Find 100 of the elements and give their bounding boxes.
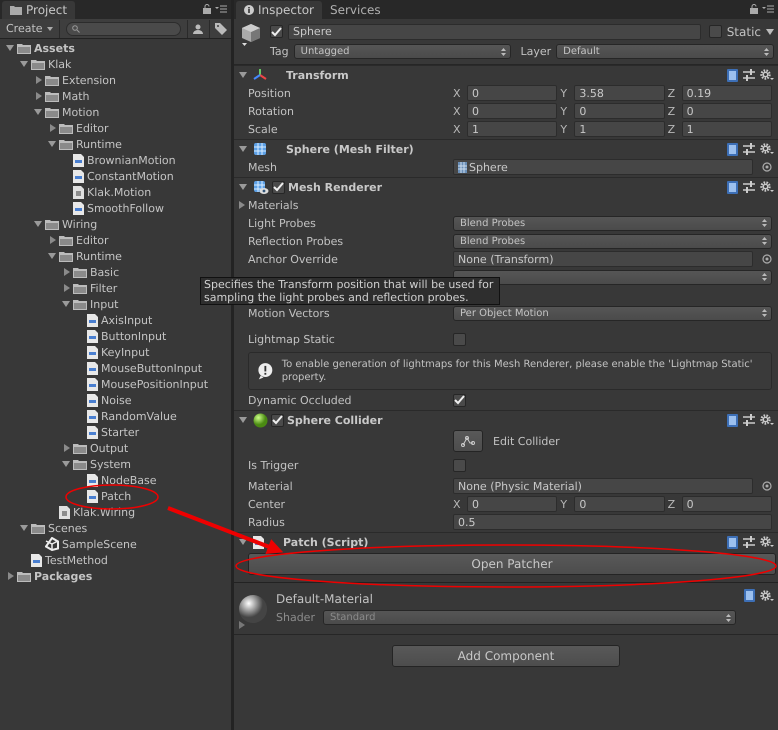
help-book-icon[interactable] (727, 536, 738, 548)
checkbox[interactable] (453, 458, 466, 472)
tree-item[interactable]: Extension (62, 74, 116, 86)
menu-icon[interactable] (762, 5, 774, 13)
tree-item[interactable]: BrownianMotion (87, 154, 176, 166)
tree-item[interactable]: Editor (76, 234, 109, 246)
object-field[interactable]: None (Physic Material) (453, 478, 753, 494)
tree-item[interactable]: Input (90, 298, 118, 310)
tree-item[interactable]: SmoothFollow (87, 202, 164, 214)
object-field[interactable]: Sphere (453, 159, 753, 175)
sliders-icon[interactable] (743, 181, 755, 193)
number-field[interactable]: 1 (467, 121, 558, 137)
gear-icon[interactable] (760, 590, 774, 602)
tree-item[interactable]: Basic (90, 266, 120, 278)
sliders-icon[interactable] (743, 143, 755, 155)
number-field[interactable]: 0 (574, 103, 665, 119)
tree-item[interactable]: Starter (101, 426, 140, 438)
collapse-arrow-icon[interactable] (19, 59, 31, 69)
layer-dropdown[interactable]: Default (556, 44, 774, 59)
expand-arrow-icon[interactable] (238, 620, 246, 630)
sliders-icon[interactable] (743, 536, 755, 548)
lock-icon[interactable] (203, 4, 211, 14)
gear-icon[interactable] (760, 414, 774, 426)
collapse-arrow-icon[interactable] (19, 523, 31, 533)
edit-collider-button[interactable] (453, 430, 483, 452)
lock-icon[interactable] (750, 4, 758, 14)
tree-item[interactable]: NodeBase (101, 474, 156, 486)
tree-item[interactable]: Editor (76, 122, 109, 134)
number-field[interactable]: 3.58 (574, 85, 665, 101)
object-picker-icon[interactable] (762, 162, 772, 172)
gear-icon[interactable] (760, 181, 774, 193)
help-book-icon[interactable] (727, 180, 738, 194)
number-field[interactable]: 0 (682, 103, 772, 119)
tree-item[interactable]: KeyInput (101, 346, 150, 358)
name-field[interactable]: Sphere (288, 24, 701, 40)
checkbox[interactable] (453, 332, 466, 346)
menu-icon[interactable] (215, 5, 227, 13)
tree-item[interactable]: ConstantMotion (87, 170, 174, 182)
tree-item[interactable]: Output (90, 442, 128, 454)
tag-dropdown[interactable]: Untagged (294, 44, 512, 59)
number-field[interactable]: 1 (682, 121, 772, 137)
panel-tab[interactable]: Services (322, 1, 389, 19)
tree-item[interactable]: Runtime (76, 138, 122, 150)
tree-item[interactable]: ButtonInput (101, 330, 166, 342)
tree-item[interactable]: Motion (62, 106, 100, 118)
add-component-button[interactable]: Add Component (392, 645, 620, 667)
number-field[interactable]: 0 (467, 103, 558, 119)
sliders-icon[interactable] (743, 69, 755, 81)
tree-item[interactable]: Noise (101, 394, 132, 406)
collapse-arrow-icon[interactable] (33, 107, 45, 117)
tree-item[interactable]: Patch (101, 490, 132, 502)
panel-tab[interactable]: Inspector (236, 1, 322, 19)
collapse-arrow-icon[interactable] (238, 70, 250, 80)
number-field[interactable]: 0.5 (453, 514, 772, 530)
tree-item[interactable]: Assets (34, 42, 75, 54)
checkbox[interactable] (453, 394, 466, 406)
collapse-arrow-icon[interactable] (5, 43, 17, 53)
tree-item[interactable]: Wiring (62, 218, 98, 230)
dropdown-arrow-icon[interactable] (766, 28, 774, 34)
foldout-label[interactable]: Materials (248, 198, 298, 212)
collapse-arrow-icon[interactable] (61, 299, 73, 309)
tree-item[interactable]: AxisInput (101, 314, 152, 326)
tree-item[interactable]: Filter (90, 282, 118, 294)
tree-item[interactable]: MousePositionInput (101, 378, 208, 390)
number-field[interactable]: 0.19 (682, 85, 772, 101)
search-field[interactable] (66, 22, 181, 36)
number-field[interactable]: 0 (574, 496, 665, 512)
collapse-arrow-icon[interactable] (33, 219, 45, 229)
static-checkbox[interactable] (708, 25, 722, 38)
collapse-arrow-icon[interactable] (238, 415, 250, 425)
collapse-arrow-icon[interactable] (238, 144, 250, 154)
collapse-arrow-icon[interactable] (61, 459, 73, 469)
help-book-icon[interactable] (744, 589, 755, 602)
number-field[interactable]: 0 (467, 496, 558, 512)
object-field[interactable]: None (Transform) (453, 251, 753, 267)
tree-item[interactable]: Packages (34, 570, 92, 582)
project-tab[interactable]: Project (2, 1, 76, 19)
help-book-icon[interactable] (727, 68, 738, 82)
sliders-icon[interactable] (743, 414, 755, 426)
tree-item[interactable]: Klak.Motion (87, 186, 152, 198)
tree-item[interactable]: Math (62, 90, 90, 102)
collapse-arrow-icon[interactable] (47, 251, 59, 261)
object-picker-icon[interactable] (762, 481, 772, 491)
enable-checkbox[interactable] (271, 414, 284, 426)
tree-item[interactable]: Klak.Wiring (73, 506, 136, 518)
enable-checkbox[interactable] (272, 180, 285, 194)
active-checkbox[interactable] (270, 25, 283, 38)
dropdown[interactable]: Blend Probes (453, 216, 772, 230)
tree-item[interactable]: Scenes (48, 522, 88, 534)
tree-item[interactable]: RandomValue (101, 410, 177, 422)
gear-icon[interactable] (760, 69, 774, 81)
collapse-arrow-icon[interactable] (238, 182, 250, 192)
gear-icon[interactable] (760, 536, 774, 548)
open-patcher-button[interactable]: Open Patcher (248, 553, 776, 575)
tree-item[interactable]: MouseButtonInput (101, 362, 202, 374)
collapse-arrow-icon[interactable] (47, 139, 59, 149)
help-book-icon[interactable] (727, 142, 738, 156)
dropdown[interactable]: Per Object Motion (453, 306, 772, 320)
tree-item[interactable]: TestMethod (45, 554, 108, 566)
number-field[interactable]: 0 (467, 85, 558, 101)
